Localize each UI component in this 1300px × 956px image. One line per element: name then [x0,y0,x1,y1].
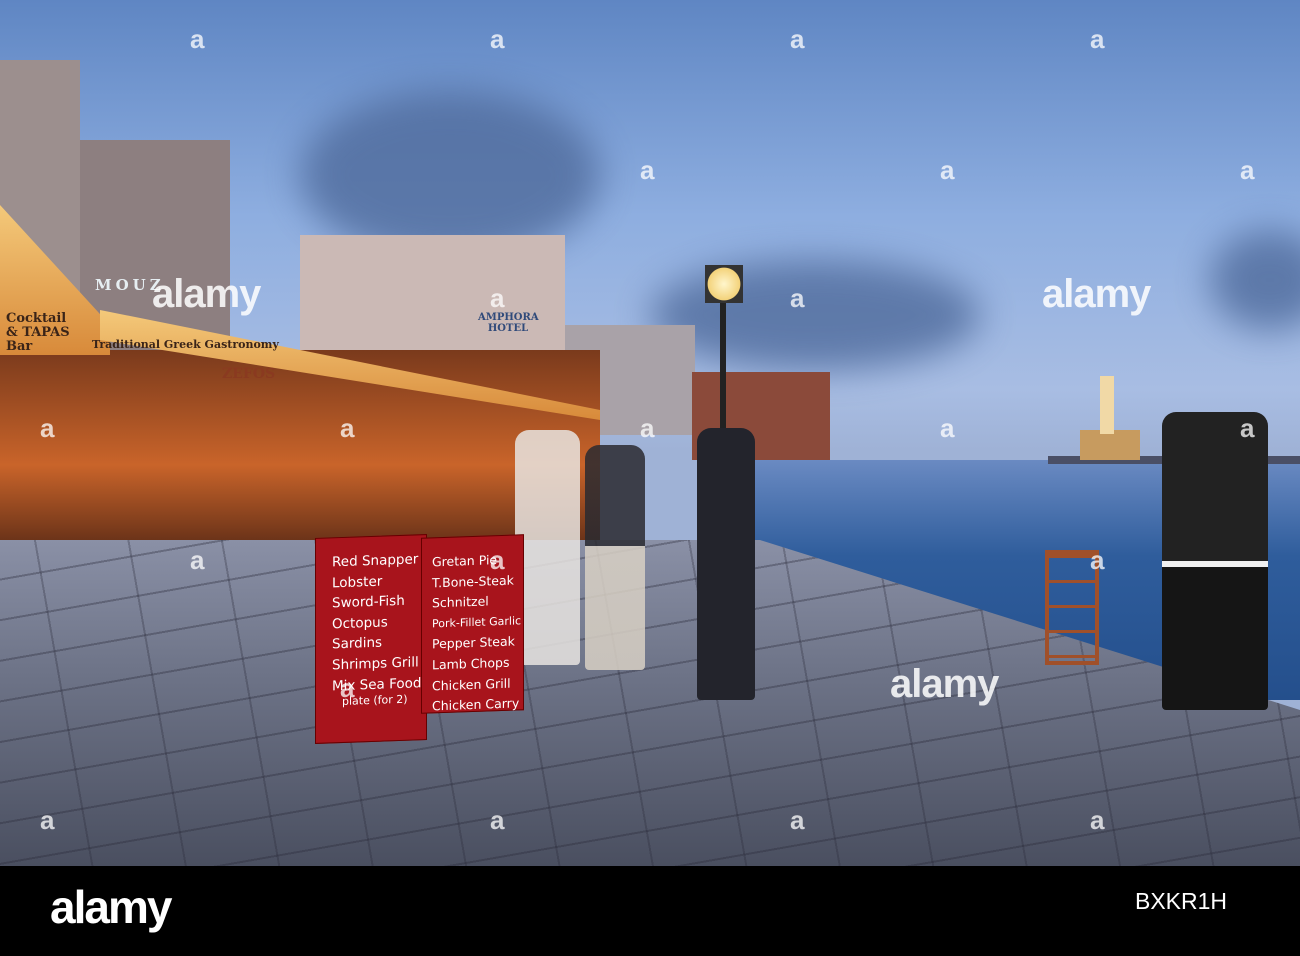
watermark-letter: a [1240,155,1255,185]
watermark: alamy [890,662,999,706]
menu-item: Schnitzel [432,593,489,611]
watermark-letter: a [640,155,655,185]
restaurant-sign: ZEFOS [222,366,276,382]
watermark-letter: a [490,805,505,835]
image-id: BXKR1H [1135,888,1228,914]
lighthouse-base [1080,430,1140,460]
watermark-letter: a [790,24,805,54]
menu-item: Lamb Chops [432,654,510,673]
watermark-letter: a [340,413,355,443]
watermark-letter: a [790,805,805,835]
street-lamp [705,265,743,303]
watermark-letter: a [190,545,205,575]
menu-item: Chicken Carry [432,695,520,714]
alamy-logo: alamy [50,881,172,933]
person-walking [515,430,580,665]
menu-item: Sardins [332,634,383,653]
person-standing [697,428,755,700]
watermark-letter: a [940,413,955,443]
watermark-letter: a [40,805,55,835]
watermark-letter: a [1090,805,1105,835]
watermark-letter: a [490,283,505,313]
menu-board-left: Red Snapper Lobster Sword-Fish Octopus S… [315,534,427,744]
menu-item: Octopus [332,614,388,633]
waiter [1162,412,1268,710]
menu-item: Lobster [332,573,383,591]
menu-item: Sword-Fish [332,593,405,612]
hotel-sign: AMPHORA HOTEL [478,312,539,334]
watermark-letter: a [1240,413,1255,443]
menu-item: Pepper Steak [432,633,515,652]
watermark-letter: a [340,673,355,703]
watermark: alamy [152,272,261,316]
menu-board-right: Gretan Pie T.Bone-Steak Schnitzel Pork-F… [421,534,524,714]
watermark-letter: a [1090,545,1105,575]
restaurant-sign: Traditional Greek Gastronomy [92,338,279,351]
watermark-letter: a [790,283,805,313]
watermark-letter: a [40,413,55,443]
watermark-letter: a [640,413,655,443]
watermark-letter: a [1090,24,1105,54]
harbor-photo: MOUZ Cocktail & TAPAS Bar Traditional Gr… [0,0,1300,866]
person-walking [585,445,645,670]
watermark-letter: a [190,24,205,54]
watermark-letter: a [490,24,505,54]
menu-item: Chicken Grill [432,675,511,693]
menu-item: Red Snapper [332,551,419,571]
watermark-letter: a [940,155,955,185]
menu-item: Pork-Fillet Garlic [432,614,522,631]
lighthouse [1100,376,1114,434]
footer-bar [0,866,1300,956]
cloud [650,260,980,370]
watermark: alamy [1042,272,1151,316]
restaurant-sign: Cocktail & TAPAS Bar [6,311,70,354]
watermark-letter: a [490,545,505,575]
